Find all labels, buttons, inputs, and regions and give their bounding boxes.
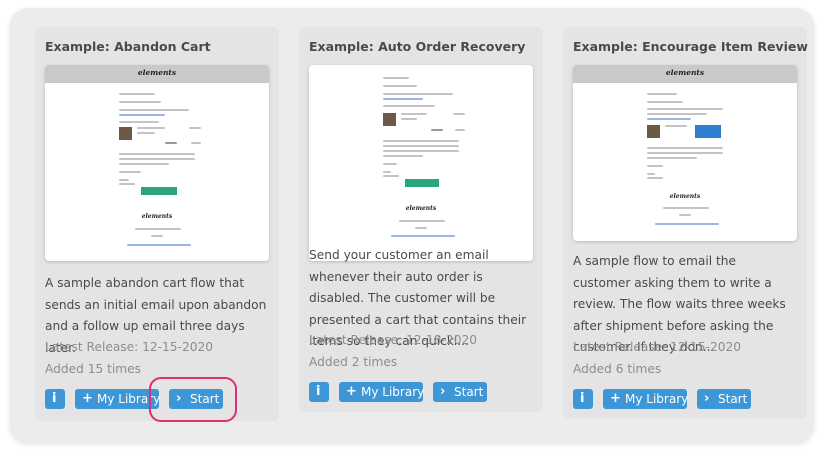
button-label: My Library	[625, 392, 689, 406]
plus-icon: +	[82, 391, 93, 406]
card-title: Example: Encourage Item Review	[573, 39, 808, 54]
flow-card-auto-order-recovery: Example: Auto Order Recovery elements Se…	[299, 27, 543, 412]
button-label: Start	[718, 392, 748, 406]
email-preview-thumbnail[interactable]: elements elements	[45, 65, 269, 261]
add-to-my-library-button[interactable]: + My Library	[603, 389, 689, 409]
added-count: Added 2 times	[309, 355, 398, 369]
card-title: Example: Abandon Cart	[45, 39, 211, 54]
latest-release: Latest Release: 12-15-2020	[45, 340, 213, 354]
plus-icon: +	[346, 384, 357, 399]
start-button[interactable]: › Start	[169, 389, 223, 409]
info-icon: i	[316, 384, 321, 399]
preview-header: elements	[45, 65, 269, 83]
email-preview-thumbnail[interactable]: elements	[309, 65, 533, 261]
preview-logo: elements	[137, 68, 177, 77]
preview-header: elements	[573, 65, 797, 83]
chevron-right-icon: ›	[704, 391, 710, 406]
latest-release: Latest Release: 12-15-2020	[573, 340, 741, 354]
add-to-my-library-button[interactable]: + My Library	[339, 382, 425, 402]
button-label: Start	[190, 392, 220, 406]
info-icon: i	[580, 391, 585, 406]
plus-icon: +	[610, 391, 621, 406]
flow-card-encourage-item-review: Example: Encourage Item Review elements …	[563, 27, 808, 419]
info-button[interactable]: i	[573, 389, 593, 409]
button-label: My Library	[361, 385, 425, 399]
start-button[interactable]: › Start	[433, 382, 487, 402]
latest-release: Latest Release: 12-18-2020	[309, 333, 477, 347]
card-title: Example: Auto Order Recovery	[309, 39, 526, 54]
add-to-my-library-button[interactable]: + My Library	[75, 389, 161, 409]
info-button[interactable]: i	[45, 389, 65, 409]
info-button[interactable]: i	[309, 382, 329, 402]
button-label: My Library	[97, 392, 161, 406]
added-count: Added 15 times	[45, 362, 141, 376]
added-count: Added 6 times	[573, 362, 662, 376]
email-preview-thumbnail[interactable]: elements elements	[573, 65, 797, 241]
preview-logo: elements	[665, 68, 705, 77]
info-icon: i	[52, 391, 57, 406]
button-label: Start	[454, 385, 484, 399]
chevron-right-icon: ›	[440, 384, 446, 399]
chevron-right-icon: ›	[176, 391, 182, 406]
start-button[interactable]: › Start	[697, 389, 751, 409]
flow-card-abandon-cart: Example: Abandon Cart elements elements …	[35, 27, 279, 421]
